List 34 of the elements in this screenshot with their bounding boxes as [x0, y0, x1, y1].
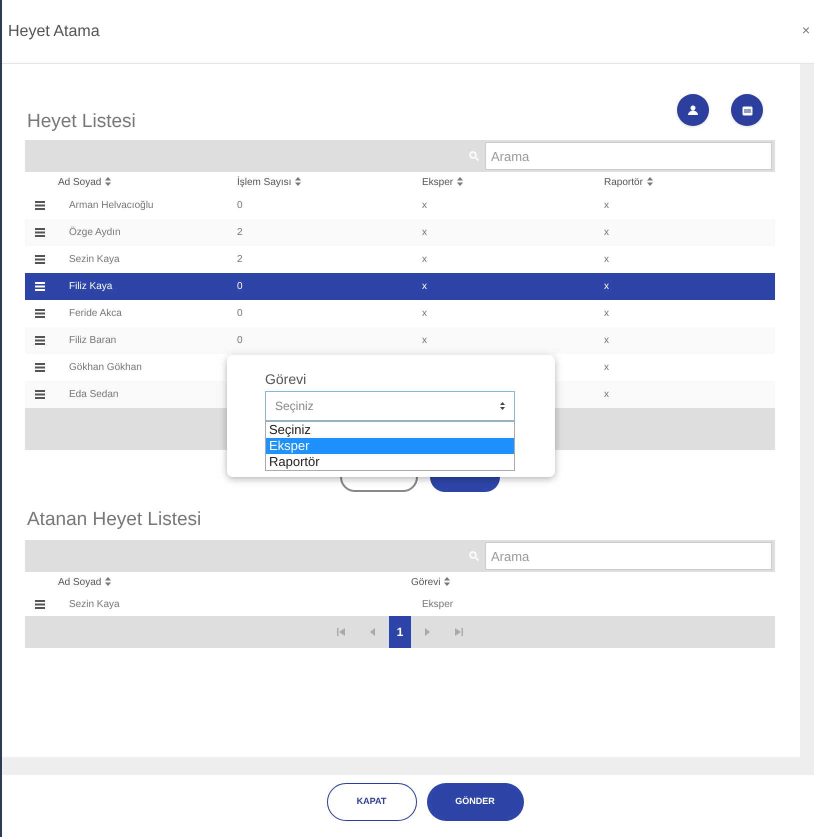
table-cell-text: Arman Helvacıoğlu [69, 199, 154, 213]
table-cell: x [604, 308, 609, 319]
table-cell: x [422, 281, 427, 292]
table-cell: x [604, 362, 609, 373]
table-cell: 2 [237, 254, 243, 265]
table-cell: x [604, 389, 609, 400]
table-cell-text: Eda Sedan [69, 388, 120, 402]
table-cell: x [422, 254, 427, 265]
table-cell-text: Feride Akca [69, 307, 123, 321]
table-cell-text: Filiz Kaya [69, 280, 114, 294]
table-cell-text: Özge Aydın [69, 226, 122, 240]
table-cell: x [604, 227, 609, 238]
table-cell: 0 [237, 335, 243, 346]
table-cell: 2 [237, 227, 243, 238]
table-cell: x [604, 254, 609, 265]
table-cell: x [422, 335, 427, 346]
table-cell: 0 [237, 200, 243, 211]
table-cell-text: Sezin Kaya [69, 253, 121, 267]
section-title: Heyet Listesi [26, 110, 136, 134]
field-label: Görevi [265, 370, 308, 389]
section-title: Atanan Heyet Listesi [26, 508, 202, 532]
table-cell: x [422, 308, 427, 319]
table-cell: x [604, 335, 609, 346]
table-cell: 0 [237, 308, 243, 319]
table-cell: x [604, 281, 609, 292]
window-title: Heyet Atama [8, 22, 100, 42]
table-cell: x [604, 200, 609, 211]
table-cell-text: Eksper [422, 598, 454, 612]
table-cell: 0 [237, 281, 243, 292]
table-cell: x [422, 200, 427, 211]
table-cell-text: Gökhan Gökhan [69, 361, 143, 375]
table-cell: x [422, 227, 427, 238]
table-cell-text: Sezin Kaya [69, 598, 121, 612]
table-cell-text: Filiz Baran [69, 334, 118, 348]
